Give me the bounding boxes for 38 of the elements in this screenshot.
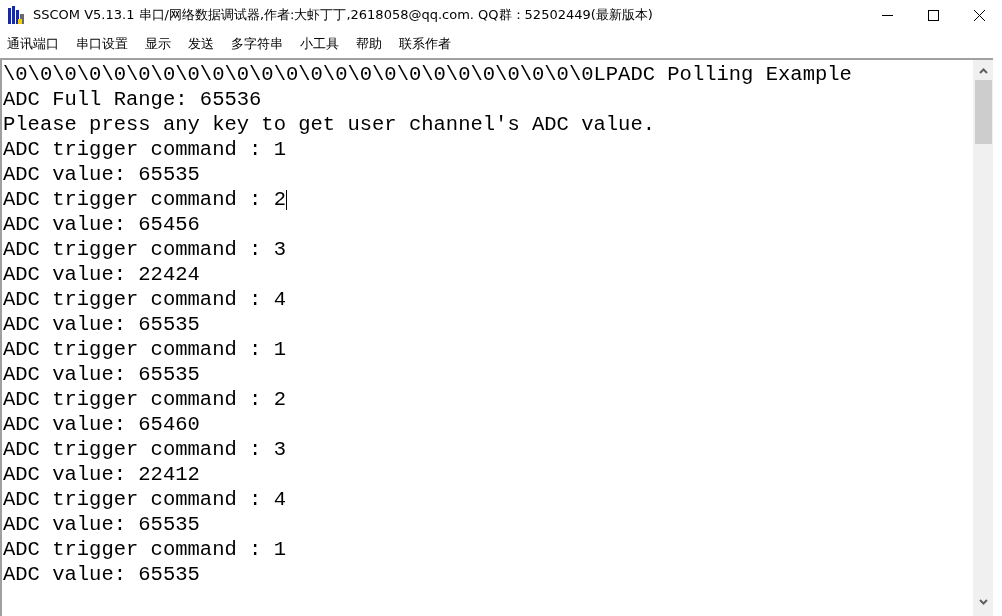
terminal-line: ADC trigger command : 1 bbox=[3, 137, 286, 162]
scrollbar-thumb[interactable] bbox=[974, 80, 992, 144]
minimize-icon bbox=[881, 14, 893, 16]
terminal-line: ADC value: 65535 bbox=[3, 162, 200, 187]
scroll-up-icon[interactable] bbox=[978, 68, 988, 74]
terminal-line: ADC value: 65535 bbox=[3, 512, 200, 537]
terminal-line: Please press any key to get user channel's ADC value. bbox=[3, 112, 655, 137]
terminal-line: ADC trigger command : 2 bbox=[3, 187, 286, 212]
terminal-line: ADC value: 65535 bbox=[3, 562, 200, 587]
menu-item[interactable]: 串口设置 bbox=[76, 34, 128, 54]
menu-item[interactable]: 帮助 bbox=[356, 34, 382, 54]
menu-item[interactable]: 联系作者 bbox=[399, 34, 451, 54]
terminal-line: ADC value: 65456 bbox=[3, 212, 200, 237]
terminal-line: ADC trigger command : 3 bbox=[3, 437, 286, 462]
terminal-line: ADC trigger command : 4 bbox=[3, 487, 286, 512]
menu-item[interactable]: 小工具 bbox=[300, 34, 339, 54]
menu-item[interactable]: 多字符串 bbox=[231, 34, 283, 54]
terminal-line: ADC value: 22424 bbox=[3, 262, 200, 287]
menu-item[interactable]: 通讯端口 bbox=[7, 34, 59, 54]
terminal-line: ADC trigger command : 4 bbox=[3, 287, 286, 312]
terminal-line: ADC trigger command : 1 bbox=[3, 337, 286, 362]
terminal-line: \0\0\0\0\0\0\0\0\0\0\0\0\0\0\0\0\0\0\0\0\0\0\0\0LPADC Polling Example bbox=[3, 62, 852, 87]
terminal-line: ADC value: 22412 bbox=[3, 462, 200, 487]
menu-item[interactable]: 显示 bbox=[145, 34, 171, 54]
terminal-line: ADC trigger command : 3 bbox=[3, 237, 286, 262]
maximize-icon bbox=[927, 9, 939, 21]
terminal-line: ADC Full Range: 65536 bbox=[3, 87, 262, 112]
terminal-line: ADC trigger command : 2 bbox=[3, 387, 286, 412]
close-icon bbox=[973, 9, 985, 21]
scroll-down-icon[interactable] bbox=[978, 599, 988, 605]
terminal-line: ADC trigger command : 1 bbox=[3, 537, 286, 562]
terminal-line: ADC value: 65535 bbox=[3, 362, 200, 387]
menu-item[interactable]: 发送 bbox=[188, 34, 214, 54]
terminal-line: ADC value: 65535 bbox=[3, 312, 200, 337]
scrollbar[interactable] bbox=[973, 60, 993, 616]
terminal-line: ADC value: 65460 bbox=[3, 412, 200, 437]
app-icon bbox=[8, 6, 24, 24]
window-title: SSCOM V5.13.1 串口/网络数据调试器,作者:大虾丁丁,2618058@qq.com. QQ群：52502449(最新版本) bbox=[33, 6, 653, 25]
